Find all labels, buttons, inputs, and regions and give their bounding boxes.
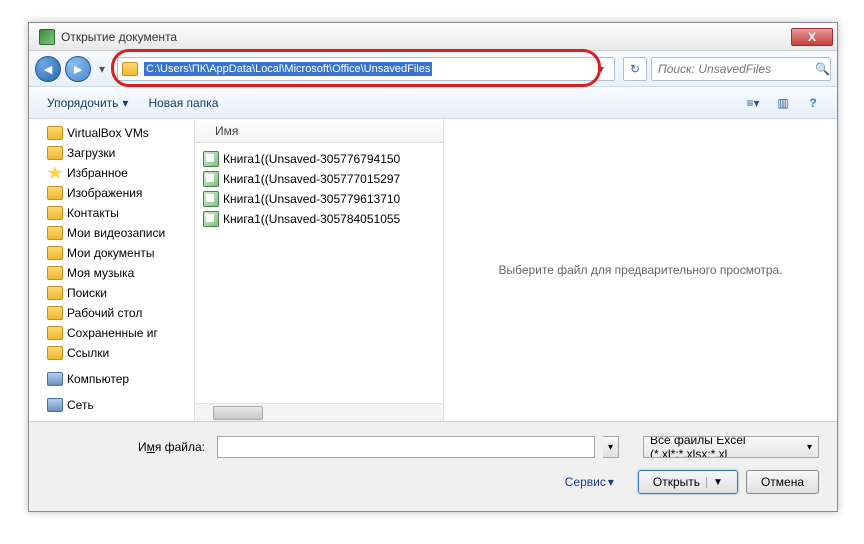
file-item[interactable]: Книга1((Unsaved-305777015297 xyxy=(199,169,439,189)
folder-icon xyxy=(47,286,63,300)
folder-icon xyxy=(47,186,63,200)
folder-icon xyxy=(47,246,63,260)
tree-item[interactable]: Загрузки xyxy=(29,143,194,163)
tree-item[interactable]: Сохраненные иг xyxy=(29,323,194,343)
column-header-name[interactable]: Имя xyxy=(195,119,443,143)
tree-item[interactable]: Мои документы xyxy=(29,243,194,263)
tree-item-label: Ссылки xyxy=(67,346,109,360)
tree-item[interactable]: Избранное xyxy=(29,163,194,183)
folder-tree[interactable]: VirtualBox VMs Загрузки Избранное Изображен… xyxy=(29,119,195,421)
excel-file-icon xyxy=(203,151,219,167)
tree-item-label: Мои видеозаписи xyxy=(67,226,165,240)
folder-icon xyxy=(47,126,63,140)
file-name: Книга1((Unsaved-305779613710 xyxy=(223,192,400,206)
help-button[interactable]: ? xyxy=(799,92,827,114)
tree-item[interactable]: Рабочий стол xyxy=(29,303,194,323)
tree-item-label: Моя музыка xyxy=(67,266,134,280)
file-name: Книга1((Unsaved-305784051055 xyxy=(223,212,400,226)
navigation-bar: ◄ ► ▾ C:\Users\ПК\AppData\Local\Microsof… xyxy=(29,51,837,87)
tree-item-label: Контакты xyxy=(67,206,119,220)
nav-history-dropdown[interactable]: ▾ xyxy=(95,56,109,82)
folder-icon xyxy=(47,372,63,386)
filename-dropdown[interactable]: ▾ xyxy=(603,436,619,458)
preview-pane: Выберите файл для предварительного просм… xyxy=(443,119,837,421)
file-list-pane: Имя Книга1((Unsaved-305776794150Книга1((… xyxy=(195,119,443,421)
folder-icon xyxy=(122,62,138,76)
chevron-down-icon: ▾ xyxy=(807,442,812,453)
tree-item[interactable]: Моя музыка xyxy=(29,263,194,283)
tree-item-label: Мои документы xyxy=(67,246,154,260)
tree-item[interactable]: Мои видеозаписи xyxy=(29,223,194,243)
folder-icon xyxy=(47,146,63,160)
titlebar: Открытие документа X xyxy=(29,23,837,51)
horizontal-scrollbar[interactable] xyxy=(195,403,443,421)
open-button[interactable]: Открыть▼ xyxy=(638,470,738,494)
tree-item[interactable]: Поиски xyxy=(29,283,194,303)
address-bar[interactable]: C:\Users\ПК\AppData\Local\Microsoft\Offi… xyxy=(117,57,615,81)
window-title: Открытие документа xyxy=(61,30,791,44)
preview-placeholder: Выберите файл для предварительного просм… xyxy=(498,263,782,277)
scrollbar-thumb[interactable] xyxy=(213,406,263,420)
folder-icon xyxy=(47,226,63,240)
address-dropdown[interactable]: ▾ xyxy=(592,62,610,76)
excel-file-icon xyxy=(203,211,219,227)
tree-item-label: VirtualBox VMs xyxy=(67,126,149,140)
tree-item-label: Сеть xyxy=(67,398,94,412)
tools-link[interactable]: Сервис ▾ xyxy=(565,475,614,489)
folder-icon xyxy=(47,306,63,320)
folder-icon xyxy=(47,398,63,412)
address-path: C:\Users\ПК\AppData\Local\Microsoft\Offi… xyxy=(144,62,432,76)
organize-button[interactable]: Упорядочить▾ xyxy=(39,92,136,114)
tree-item-label: Избранное xyxy=(67,166,128,180)
tree-item-label: Сохраненные иг xyxy=(67,326,158,340)
tree-item-label: Загрузки xyxy=(67,146,115,160)
file-name: Книга1((Unsaved-305777015297 xyxy=(223,172,400,186)
tree-item[interactable]: Контакты xyxy=(29,203,194,223)
filename-label: Имя файла: xyxy=(47,440,209,454)
folder-icon xyxy=(47,326,63,340)
excel-icon xyxy=(39,29,55,45)
new-folder-button[interactable]: Новая папка xyxy=(140,92,226,114)
open-file-dialog: Открытие документа X ◄ ► ▾ C:\Users\ПК\A… xyxy=(28,22,838,512)
tree-item-label: Поиски xyxy=(67,286,107,300)
folder-icon xyxy=(47,206,63,220)
back-button[interactable]: ◄ xyxy=(35,56,61,82)
refresh-button[interactable]: ↻ xyxy=(623,57,647,81)
view-mode-button[interactable]: ≡▾ xyxy=(739,92,767,114)
preview-pane-button[interactable]: ▥ xyxy=(769,92,797,114)
tree-item-label: Изображения xyxy=(67,186,142,200)
cancel-button[interactable]: Отмена xyxy=(746,470,819,494)
folder-icon xyxy=(47,266,63,280)
tree-item[interactable]: VirtualBox VMs xyxy=(29,123,194,143)
file-item[interactable]: Книга1((Unsaved-305779613710 xyxy=(199,189,439,209)
folder-icon xyxy=(47,166,63,180)
tree-item[interactable]: Изображения xyxy=(29,183,194,203)
tree-item[interactable]: Ссылки xyxy=(29,343,194,363)
dialog-footer: Имя файла: ▾ Все файлы Excel (*.xl*;*.xl… xyxy=(29,421,837,511)
close-button[interactable]: X xyxy=(791,28,833,46)
tree-item[interactable]: Сеть xyxy=(29,395,194,415)
file-list[interactable]: Книга1((Unsaved-305776794150 Книга1((Unsa… xyxy=(195,143,443,235)
search-icon: 🔍 xyxy=(815,62,830,76)
excel-file-icon xyxy=(203,171,219,187)
tree-item-label: Рабочий стол xyxy=(67,306,142,320)
file-item[interactable]: Книга1((Unsaved-305784051055 xyxy=(199,209,439,229)
forward-button[interactable]: ► xyxy=(65,56,91,82)
tree-item-label: Компьютер xyxy=(67,372,129,386)
file-item[interactable]: Книга1((Unsaved-305776794150 xyxy=(199,149,439,169)
file-type-filter[interactable]: Все файлы Excel (*.xl*;*.xlsx;*.xl ▾ xyxy=(643,436,819,458)
file-name: Книга1((Unsaved-305776794150 xyxy=(223,152,400,166)
filename-input[interactable] xyxy=(217,436,595,458)
tree-item[interactable]: Компьютер xyxy=(29,369,194,389)
excel-file-icon xyxy=(203,191,219,207)
search-box[interactable]: 🔍 xyxy=(651,57,831,81)
toolbar: Упорядочить▾ Новая папка ≡▾ ▥ ? xyxy=(29,87,837,119)
folder-icon xyxy=(47,346,63,360)
search-input[interactable] xyxy=(658,62,815,76)
